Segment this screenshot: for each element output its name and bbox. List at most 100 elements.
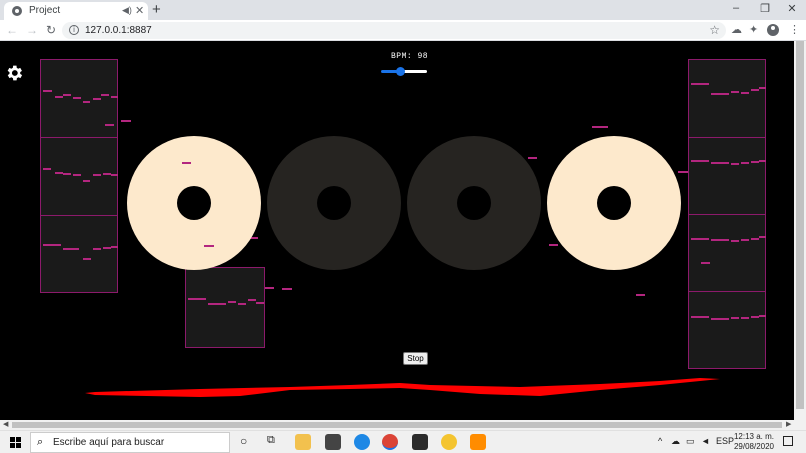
note-mark bbox=[731, 91, 739, 93]
bpm-slider[interactable] bbox=[381, 66, 427, 76]
note-mark bbox=[83, 180, 90, 182]
note-mark bbox=[188, 298, 206, 300]
turntable-disc-1[interactable] bbox=[127, 136, 261, 270]
note-mark bbox=[759, 315, 766, 317]
note-mark bbox=[711, 162, 729, 164]
left-sequencer-grid[interactable] bbox=[40, 59, 118, 293]
scroll-left-icon[interactable]: ◀ bbox=[3, 420, 8, 428]
note-mark bbox=[691, 160, 709, 162]
note-mark bbox=[751, 161, 759, 163]
note-mark bbox=[741, 162, 749, 164]
note-mark bbox=[111, 174, 118, 176]
note-mark bbox=[751, 238, 759, 240]
note-mark bbox=[691, 238, 709, 240]
note-mark bbox=[204, 245, 214, 247]
terminal-icon[interactable] bbox=[412, 434, 428, 450]
stop-button[interactable]: Stop bbox=[403, 352, 428, 365]
note-mark bbox=[731, 317, 739, 319]
grid-row[interactable] bbox=[41, 60, 117, 138]
reload-icon[interactable]: ↻ bbox=[44, 23, 58, 37]
minimize-button[interactable]: – bbox=[726, 2, 746, 14]
note-mark bbox=[83, 258, 91, 260]
taskbar-search-box[interactable]: ⌕ Escribe aquí para buscar bbox=[30, 432, 230, 453]
disc-hole bbox=[177, 186, 211, 220]
note-mark bbox=[103, 173, 111, 175]
grid-row[interactable] bbox=[689, 138, 765, 215]
middle-sequencer-grid[interactable] bbox=[185, 267, 265, 348]
note-mark bbox=[691, 83, 709, 85]
stray-note bbox=[282, 288, 292, 290]
note-mark bbox=[182, 162, 191, 164]
edge-icon[interactable] bbox=[354, 434, 370, 450]
note-mark bbox=[93, 174, 101, 176]
tab-close-icon[interactable]: ✕ bbox=[135, 4, 144, 17]
note-mark bbox=[256, 302, 264, 304]
horizontal-scrollbar-thumb[interactable] bbox=[12, 422, 782, 428]
disc-hole bbox=[317, 186, 351, 220]
volume-icon[interactable]: ◄ bbox=[701, 436, 710, 446]
note-mark bbox=[101, 94, 109, 96]
address-bar[interactable]: i 127.0.0.1:8887 ☆ bbox=[62, 22, 726, 39]
right-sequencer-grid[interactable] bbox=[688, 59, 766, 369]
cloud-icon[interactable]: ☁ bbox=[671, 436, 680, 447]
note-mark bbox=[741, 239, 749, 241]
turntable-disc-4[interactable] bbox=[547, 136, 681, 270]
clock-date: 29/08/2020 bbox=[733, 442, 775, 451]
note-mark bbox=[55, 172, 63, 174]
task-view-icon[interactable]: ⧉ bbox=[267, 434, 275, 447]
stray-note bbox=[549, 244, 558, 246]
note-mark bbox=[73, 174, 81, 176]
extensions-icon[interactable]: ✦ bbox=[749, 23, 758, 36]
gear-icon[interactable] bbox=[4, 63, 24, 83]
system-clock[interactable]: 12:13 a. m. 29/08/2020 bbox=[732, 432, 776, 452]
star-icon[interactable]: ☆ bbox=[709, 23, 720, 37]
menu-kebab-icon[interactable]: ⋮ bbox=[789, 23, 800, 36]
tab-project[interactable]: Project ◀︎) ✕ bbox=[4, 2, 148, 20]
network-icon[interactable]: ▭ bbox=[686, 436, 695, 447]
forward-icon[interactable]: → bbox=[25, 23, 39, 37]
note-mark bbox=[83, 101, 90, 103]
url-text: 127.0.0.1:8887 bbox=[85, 25, 152, 36]
note-mark bbox=[731, 163, 739, 165]
profile-avatar-icon[interactable] bbox=[767, 24, 779, 36]
slider-handle[interactable] bbox=[396, 67, 406, 76]
stray-note bbox=[528, 157, 537, 159]
notifications-icon[interactable] bbox=[783, 436, 793, 446]
note-mark bbox=[43, 90, 52, 92]
file-explorer-icon[interactable] bbox=[295, 434, 311, 450]
speaker-icon[interactable]: ◀︎) bbox=[122, 5, 132, 16]
turntable-disc-2[interactable] bbox=[267, 136, 401, 270]
note-mark bbox=[711, 318, 729, 320]
page-canvas: BPM: 98 Stop bbox=[0, 41, 794, 420]
sublime-text-icon[interactable] bbox=[470, 434, 486, 450]
emoji-app-icon[interactable] bbox=[441, 434, 457, 450]
note-mark bbox=[63, 248, 79, 250]
maximize-button[interactable]: ❐ bbox=[755, 2, 775, 15]
tray-chevron-icon[interactable]: ^ bbox=[658, 436, 662, 446]
vertical-scrollbar[interactable] bbox=[794, 41, 806, 420]
vertical-scrollbar-thumb[interactable] bbox=[796, 41, 804, 409]
horizontal-scrollbar[interactable]: ◀ ▶ bbox=[0, 420, 806, 430]
chrome-icon[interactable] bbox=[382, 434, 398, 450]
new-tab-button[interactable]: + bbox=[152, 1, 161, 18]
note-mark bbox=[228, 301, 236, 303]
turntable-disc-3[interactable] bbox=[407, 136, 541, 270]
windows-start-icon[interactable] bbox=[10, 437, 21, 448]
audio-waveform bbox=[85, 378, 720, 397]
close-window-button[interactable]: ✕ bbox=[782, 2, 802, 15]
store-icon[interactable] bbox=[325, 434, 341, 450]
note-mark bbox=[711, 239, 729, 241]
cortana-icon[interactable]: ○ bbox=[240, 434, 247, 448]
grid-row[interactable] bbox=[41, 138, 117, 216]
cloud-extension-icon[interactable]: ☁ bbox=[731, 23, 742, 36]
info-icon[interactable]: i bbox=[69, 25, 79, 35]
grid-row[interactable] bbox=[689, 215, 765, 292]
scroll-right-icon[interactable]: ▶ bbox=[786, 420, 791, 428]
browser-toolbar: ← → ↻ i 127.0.0.1:8887 ☆ ☁ ✦ ⋮ bbox=[0, 20, 806, 41]
globe-icon bbox=[12, 6, 22, 16]
note-mark bbox=[731, 240, 739, 242]
back-icon[interactable]: ← bbox=[5, 23, 19, 37]
search-icon: ⌕ bbox=[37, 436, 44, 448]
grid-row[interactable] bbox=[689, 60, 765, 138]
stray-note bbox=[121, 120, 131, 122]
